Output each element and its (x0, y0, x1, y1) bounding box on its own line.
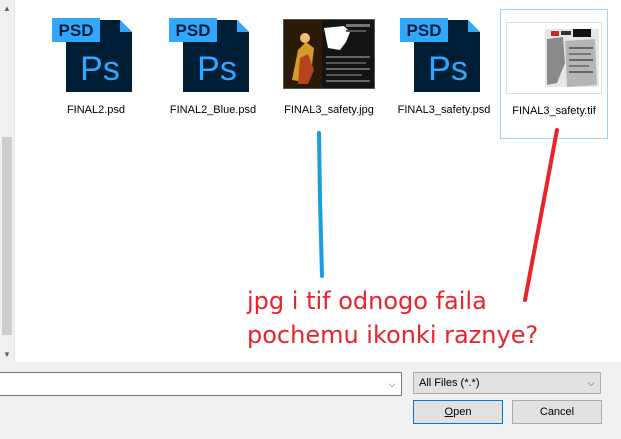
vertical-scrollbar[interactable]: ▲ ▼ (0, 0, 15, 362)
chevron-down-icon[interactable]: ⌵ (383, 373, 401, 395)
ps-logo-text: Ps (80, 50, 120, 88)
open-button-label: pen (453, 406, 472, 418)
photoshop-file-icon: PSD Ps (394, 4, 494, 104)
file-item[interactable]: PSD Ps FINAL3_safety.psd (391, 4, 497, 132)
filename-input[interactable] (0, 373, 385, 393)
psd-badge-text: PSD (407, 21, 442, 40)
annotation-line-1: jpg i tif odnogo faila (247, 287, 487, 315)
file-item-selected[interactable]: FINAL3_safety.tif (500, 9, 608, 139)
file-name: FINAL2.psd (66, 104, 126, 116)
photoshop-file-icon: PSD Ps (163, 4, 263, 104)
file-type-select[interactable]: All Files (*.*) ⌵ (413, 372, 601, 394)
ps-logo-text: Ps (428, 50, 468, 88)
dialog-bottom-bar: ⌵ All Files (*.*) ⌵ Open Cancel (0, 362, 621, 439)
annotation-line-2: pochemu ikonki raznye? (247, 321, 539, 349)
file-name: FINAL3_safety.jpg (284, 104, 374, 116)
open-button-accel: O (444, 406, 454, 418)
scrollbar-thumb[interactable] (2, 137, 12, 335)
psd-badge-text: PSD (59, 21, 94, 40)
file-item[interactable]: PSD Ps FINAL2.psd (43, 4, 149, 132)
file-name: FINAL3_safety.psd (397, 104, 491, 116)
jpg-thumbnail (279, 4, 379, 104)
photoshop-file-icon: PSD Ps (46, 4, 146, 104)
cancel-button[interactable]: Cancel (512, 400, 602, 424)
ps-logo-text: Ps (197, 50, 237, 88)
psd-badge-text: PSD (176, 21, 211, 40)
scroll-up-arrow-icon[interactable]: ▲ (0, 0, 14, 16)
file-name: FINAL2_Blue.psd (169, 104, 257, 116)
chevron-down-icon: ⌵ (587, 377, 595, 388)
open-button[interactable]: Open (413, 400, 503, 424)
annotation-text: jpg i tif odnogo faila pochemu ikonki ra… (247, 284, 607, 352)
tif-thumbnail (504, 10, 604, 105)
file-name: FINAL3_safety.tif (512, 105, 596, 117)
file-type-label: All Files (*.*) (419, 377, 480, 389)
filename-combobox[interactable]: ⌵ (0, 372, 402, 396)
scroll-down-arrow-icon[interactable]: ▼ (0, 346, 14, 362)
file-item[interactable]: FINAL3_safety.jpg (276, 4, 382, 132)
file-item[interactable]: PSD Ps FINAL2_Blue.psd (160, 4, 266, 132)
